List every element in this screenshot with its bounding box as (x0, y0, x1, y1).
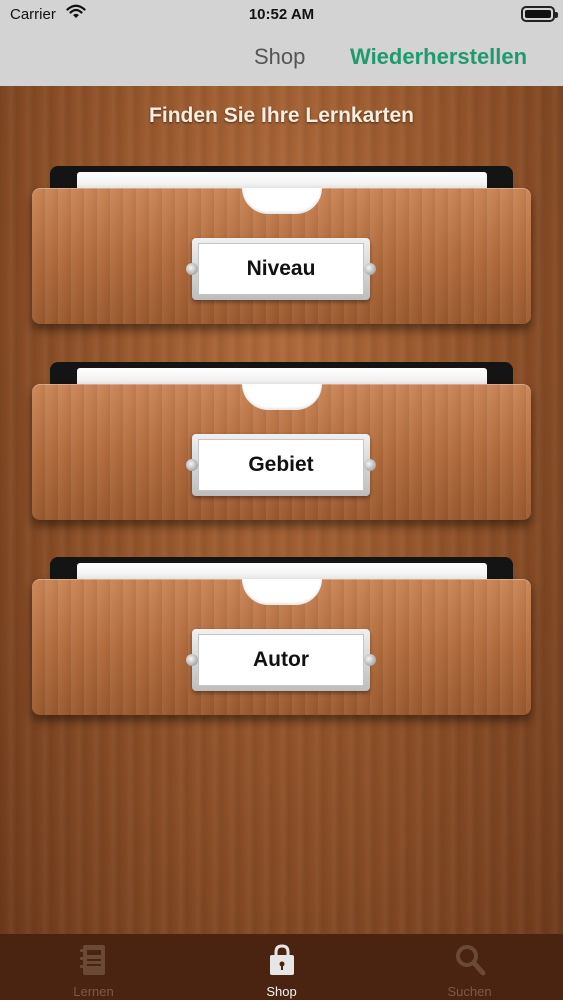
tab-lernen[interactable]: Lernen (0, 934, 187, 1000)
status-bar: Carrier 10:52 AM (0, 0, 563, 30)
tab-suchen[interactable]: Suchen (376, 934, 563, 1000)
drawer-niveau[interactable]: Niveau (32, 166, 531, 324)
tab-bar: Lernen Shop Suchen (0, 934, 563, 1000)
drawer-handle-notch (242, 384, 322, 410)
battery-icon (521, 6, 558, 22)
lock-bag-icon (270, 944, 294, 975)
rivet-icon (364, 654, 376, 666)
drawer-gebiet[interactable]: Gebiet (32, 362, 531, 520)
drawer-label-plate: Niveau (186, 238, 376, 300)
notebook-icon (80, 945, 105, 975)
drawer-front: Autor (32, 579, 531, 715)
tab-label: Shop (266, 984, 297, 999)
rivet-icon (186, 263, 198, 275)
drawer-handle-notch (242, 188, 322, 214)
rivet-icon (186, 654, 198, 666)
drawer-front: Niveau (32, 188, 531, 324)
drawer-front: Gebiet (32, 384, 531, 520)
navigation-bar: Carrier 10:52 AM Shop Wiederherstellen (0, 0, 563, 86)
page-heading: Finden Sie Ihre Lernkarten (149, 104, 414, 127)
drawer-label-plate: Gebiet (186, 434, 376, 496)
drawer-label: Autor (198, 634, 364, 686)
rivet-icon (364, 459, 376, 471)
status-time: 10:52 AM (248, 6, 315, 23)
rivet-icon (364, 263, 376, 275)
drawer-label: Gebiet (198, 439, 364, 491)
restore-purchases-button[interactable]: Wiederherstellen (350, 44, 527, 70)
drawer-label: Niveau (198, 243, 364, 295)
drawer-handle-notch (242, 579, 322, 605)
search-icon (456, 945, 486, 976)
tab-label: Lernen (73, 984, 114, 999)
shop-nav-button[interactable]: Shop (254, 44, 305, 70)
rivet-icon (186, 459, 198, 471)
tab-label: Suchen (447, 984, 492, 999)
tab-shop[interactable]: Shop (188, 934, 375, 1000)
drawer-label-plate: Autor (186, 629, 376, 691)
drawer-autor[interactable]: Autor (32, 557, 531, 715)
